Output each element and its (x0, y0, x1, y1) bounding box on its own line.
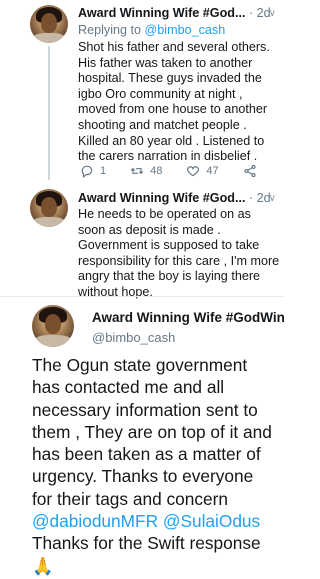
author-name[interactable]: Award Winning Wife #GodWin (92, 310, 285, 325)
tweet-header: Award Winning Wife #God... · 2d (78, 191, 271, 205)
avatar[interactable] (32, 305, 74, 347)
tweet-actions: 1 48 47 (80, 164, 287, 178)
mention-link[interactable]: @dabiodunMFR (32, 511, 158, 531)
author-handle[interactable]: @bimbo_cash (92, 330, 175, 345)
praying-hands-emoji: 🙏 (32, 555, 54, 576)
like-button[interactable]: 47 (186, 164, 219, 178)
retweet-count: 48 (150, 165, 163, 177)
mention-link[interactable]: @bimbo_cash (145, 23, 226, 37)
tweet-text: He needs to be operated on as soon as de… (78, 207, 280, 299)
heart-icon (187, 166, 200, 177)
chevron-down-icon[interactable]: ∨ (269, 193, 276, 204)
share-icon (244, 164, 256, 178)
reply-button[interactable]: 1 (80, 164, 106, 178)
reply-icon (81, 165, 93, 178)
avatar[interactable] (30, 5, 68, 43)
divider (0, 296, 284, 297)
tweet-text: The Ogun state government has contacted … (32, 355, 272, 576)
mention-link[interactable]: @SulaiOdus (163, 511, 260, 531)
timestamp[interactable]: · 2d (249, 191, 271, 205)
retweet-icon (130, 167, 144, 175)
tweet-text: Shot his father and several others. His … (78, 40, 270, 164)
share-button[interactable] (243, 164, 263, 178)
reply-count: 1 (100, 165, 107, 177)
like-count: 47 (206, 165, 219, 177)
thread-line (48, 46, 50, 180)
replying-to: Replying to @bimbo_cash (78, 23, 226, 37)
author-name[interactable]: Award Winning Wife #God... (78, 191, 245, 205)
timestamp[interactable]: · 2d (249, 6, 271, 20)
retweet-button[interactable]: 48 (130, 164, 162, 178)
author-name[interactable]: Award Winning Wife #God... (78, 6, 245, 20)
tweet-header: Award Winning Wife #God... · 2d (78, 6, 271, 20)
avatar[interactable] (30, 189, 68, 227)
chevron-down-icon[interactable]: ∨ (269, 8, 276, 19)
